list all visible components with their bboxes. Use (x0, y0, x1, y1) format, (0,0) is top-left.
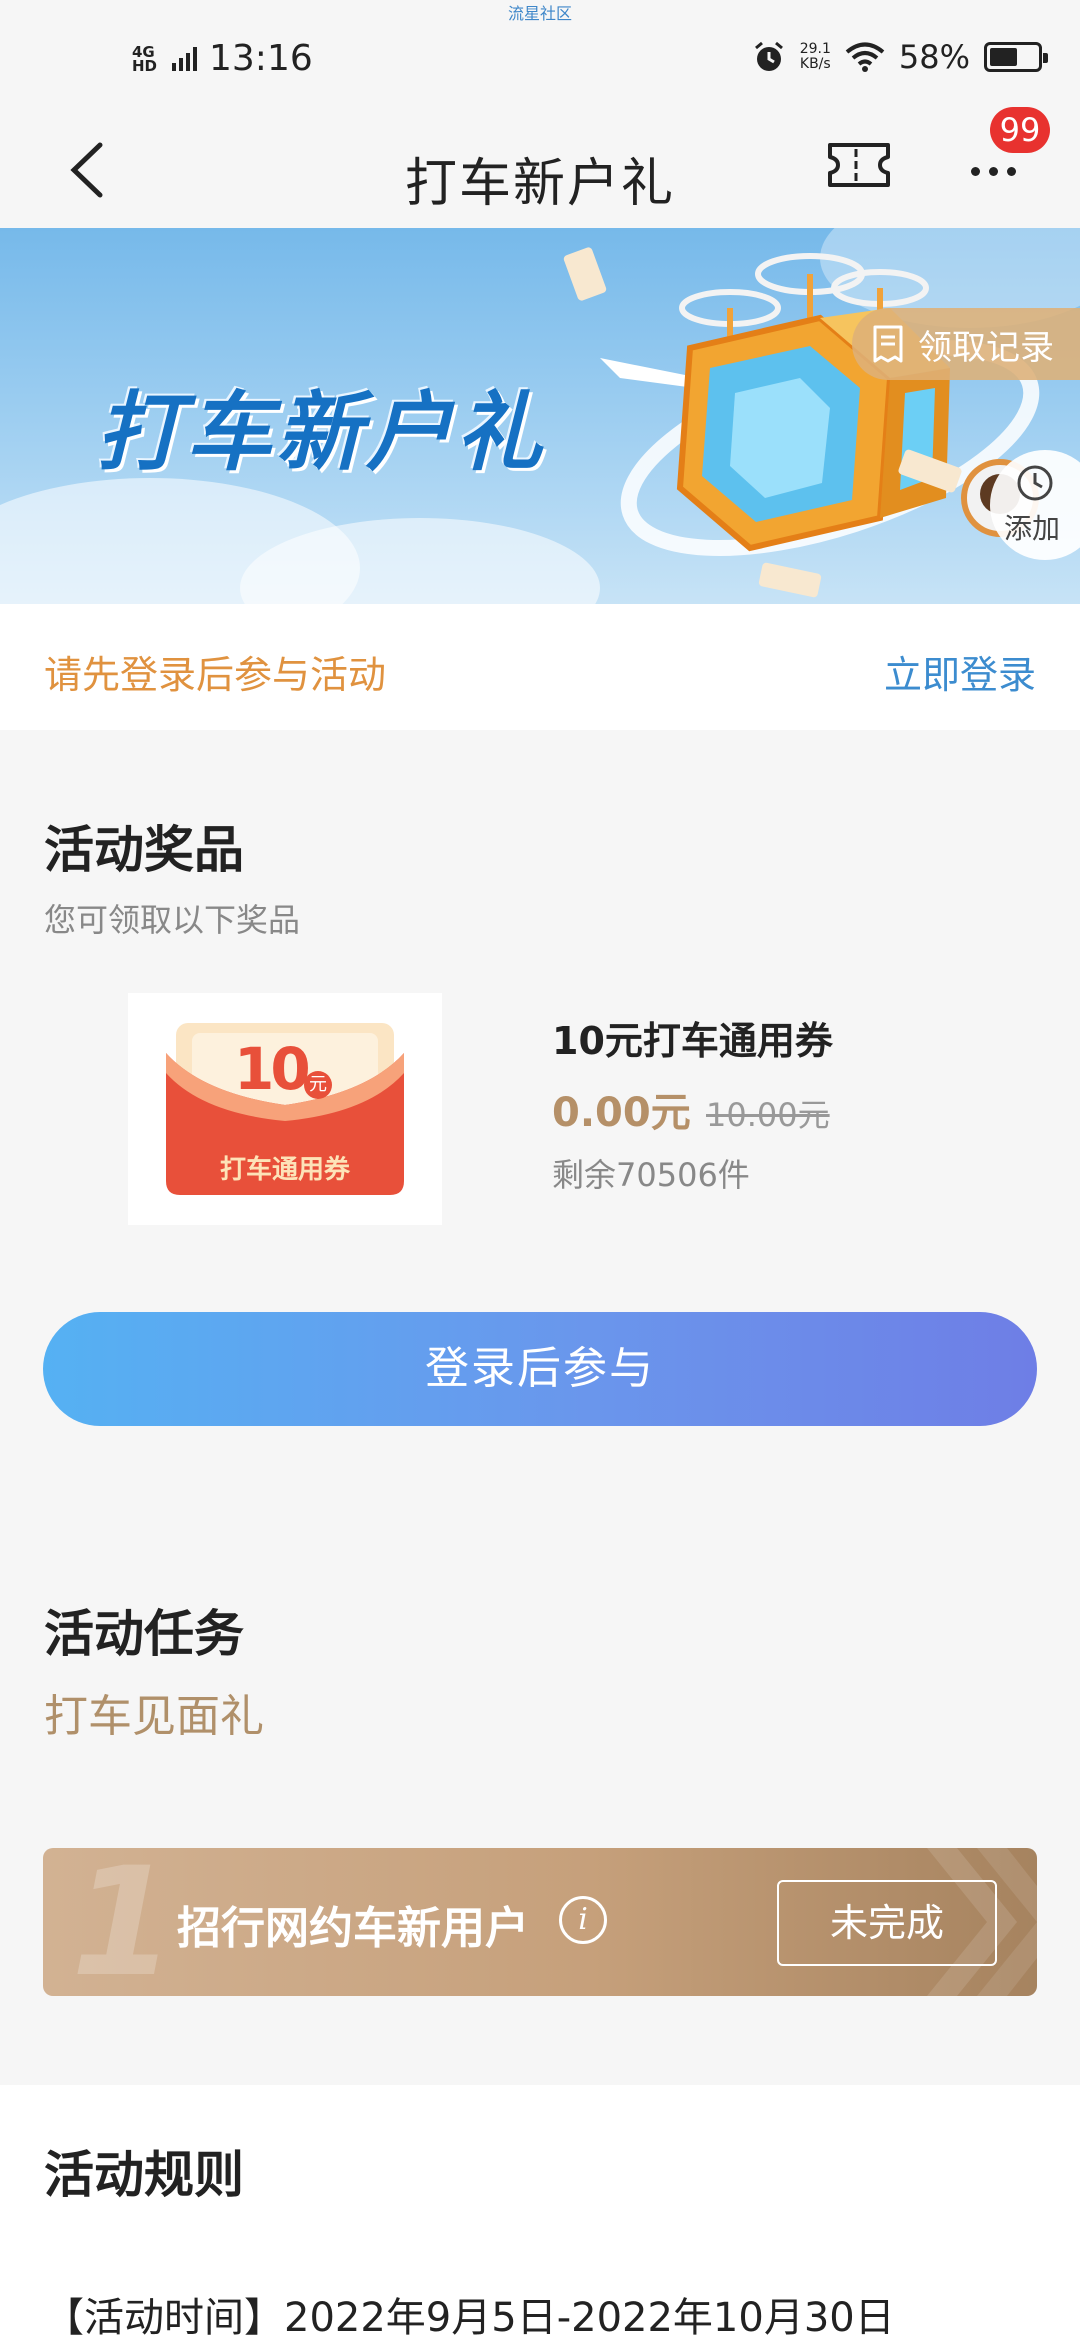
prize-name: 10元打车通用券 (552, 1019, 833, 1063)
status-left: 4G HD 13:16 (132, 38, 313, 79)
coupon-amount: 10 (234, 1035, 311, 1103)
rules-time: 【活动时间】2022年9月5日-2022年10月30日 (44, 2295, 895, 2340)
rules-section: 活动规则 【活动时间】2022年9月5日-2022年10月30日 (0, 2085, 1080, 2340)
ticket-icon (828, 143, 890, 187)
record-label: 领取记录 (918, 327, 1054, 368)
ticket-button[interactable] (826, 139, 892, 191)
prize-original-price: 10.00元 (706, 1096, 830, 1134)
prizes-subtitle: 您可领取以下奖品 (44, 901, 301, 939)
login-link[interactable]: 立即登录 (884, 644, 1036, 699)
prize-price: 0.00元 (552, 1090, 691, 1136)
signal-icon (172, 46, 197, 71)
status-bar: 流星社区 4G HD 13:16 29.1 KB/s 58% (0, 0, 1080, 115)
task-card: 1 招行网约车新用户 i 未完成 (43, 1848, 1037, 1996)
more-button[interactable] (960, 151, 1026, 191)
gift-box-illustration (563, 247, 1040, 598)
tasks-title: 活动任务 (44, 1605, 244, 1663)
dot (1006, 166, 1016, 176)
receipt-icon (873, 325, 903, 363)
task-label: 招行网约车新用户 (177, 1903, 529, 1954)
record-button[interactable]: 领取记录 (852, 308, 1080, 380)
coupon-unit: 元 (304, 1071, 332, 1099)
alarm-icon (754, 41, 783, 71)
login-bar: 请先登录后参与活动 立即登录 (0, 604, 1080, 730)
task-number: 1 (71, 1848, 176, 1996)
coupon-envelope-icon (166, 1023, 404, 1195)
coupon-image: 10 元 打车通用券 (128, 993, 442, 1225)
banner: 打车新户礼 领取记录 添加 (0, 228, 1080, 604)
task-group-label: 打车见面礼 (44, 1691, 264, 1742)
battery-icon (984, 42, 1048, 72)
rules-title: 活动规则 (44, 2146, 244, 2204)
login-to-join-button[interactable]: 登录后参与 (43, 1312, 1037, 1426)
prize-stock: 剩余70506件 (552, 1156, 750, 1194)
clock: 13:16 (209, 38, 313, 79)
clock-icon (1017, 465, 1053, 501)
prizes-title: 活动奖品 (44, 821, 244, 879)
battery-fill (990, 48, 1017, 66)
dot (970, 166, 980, 176)
login-prompt: 请先登录后参与活动 (44, 653, 387, 697)
speed-value: 29.1 (799, 41, 831, 57)
battery-percent: 58% (898, 38, 970, 76)
info-icon[interactable]: i (559, 1896, 607, 1944)
dot (988, 166, 998, 176)
page-title: 打车新户礼 (404, 154, 675, 214)
add-label: 添加 (1003, 512, 1060, 545)
coupon-text: 打车通用券 (219, 1155, 350, 1185)
nav-bar: 打车新户礼 99 (0, 107, 1080, 228)
task-status-button[interactable]: 未完成 (777, 1880, 997, 1966)
watermark: 流星社区 (507, 4, 572, 23)
banner-title: 打车新户礼 (96, 383, 546, 483)
wifi-icon (845, 42, 885, 72)
network-speed: 29.1 KB/s (800, 42, 831, 72)
speed-unit: KB/s (799, 56, 831, 72)
status-right: 29.1 KB/s 58% (752, 38, 1048, 76)
notification-badge: 99 (990, 107, 1050, 153)
